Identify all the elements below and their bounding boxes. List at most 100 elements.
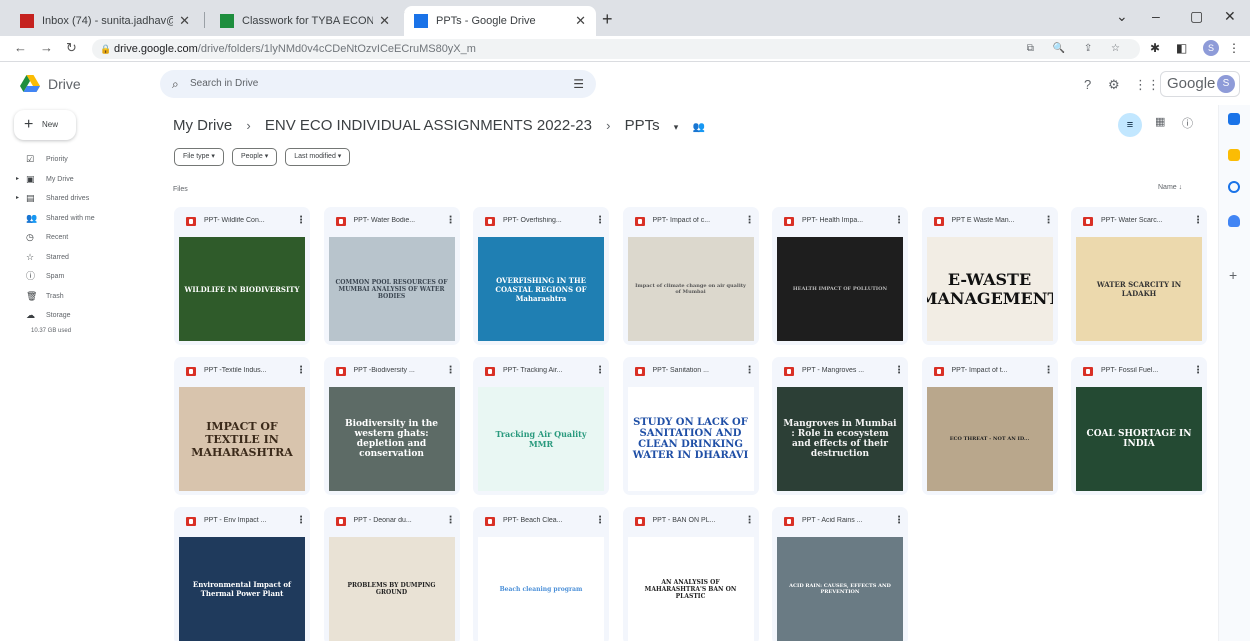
new-button[interactable]: + New [14,110,76,140]
more-actions-icon[interactable]: ⋮ [446,515,456,526]
drive-logo-icon[interactable] [20,75,40,93]
list-view-toggle-icon[interactable]: ≡ [1118,113,1142,137]
browser-profile-avatar[interactable]: S [1203,40,1219,56]
close-tab-icon[interactable]: ✕ [179,13,190,29]
file-thumbnail[interactable]: E-WASTE MANAGEMENT [926,237,1053,341]
file-card[interactable]: PPT- Beach Clea... ⋮ Beach cleaning prog… [473,507,609,641]
grid-view-icon[interactable]: ▦ [1155,115,1165,128]
sidebar-item-trash[interactable]: 🗑 Trash [16,287,146,307]
search-icon[interactable]: ⌕ [172,70,179,98]
filter-file-type[interactable]: File type ▾ [174,148,224,166]
file-thumbnail[interactable]: AN ANALYSIS OF MAHARASHTRA'S BAN ON PLAS… [627,537,754,641]
browser-menu-icon[interactable]: ⋮ [1228,41,1240,55]
more-actions-icon[interactable]: ⋮ [1193,215,1203,226]
back-icon[interactable]: ← [14,40,27,55]
breadcrumb-parent-folder[interactable]: ENV ECO INDIVIDUAL ASSIGNMENTS 2022-23 [265,117,592,134]
file-thumbnail[interactable]: Beach cleaning program [478,537,604,641]
tab-search-icon[interactable]: ⌄ [1116,8,1128,25]
file-card[interactable]: PPT- Health Impa... ⋮ HEALTH IMPACT OF P… [772,207,908,345]
contacts-icon[interactable] [1228,215,1240,227]
file-thumbnail[interactable]: STUDY ON LACK OF SANITATION AND CLEAN DR… [627,387,754,491]
file-thumbnail[interactable]: COAL SHORTAGE IN INDIA [1076,387,1202,491]
more-actions-icon[interactable]: ⋮ [745,215,755,226]
filter-last-modified[interactable]: Last modified ▾ [285,148,351,166]
file-thumbnail[interactable]: Tracking Air Quality MMR [478,387,604,491]
google-account-button[interactable]: Google S [1160,71,1240,97]
browser-tab[interactable]: PPTs - Google Drive ✕ [404,6,596,36]
calendar-icon[interactable] [1228,113,1240,125]
browser-tab[interactable]: Inbox (74) - sunita.jadhav@sopr ✕ [10,6,200,36]
breadcrumb-my-drive[interactable]: My Drive [173,117,232,134]
sidebar-item-storage[interactable]: ☁ Storage [16,306,146,326]
sort-by-name-button[interactable]: Name ↓ [1158,184,1182,191]
expand-arrow-icon[interactable]: ▸ [16,189,19,209]
close-window-icon[interactable]: ✕ [1224,8,1236,25]
omnibox-action-icons[interactable]: ⧉ 🔍 ⇪ ☆ [1027,39,1128,59]
side-panel-icon[interactable]: ◧ [1176,41,1187,55]
more-actions-icon[interactable]: ⋮ [745,365,755,376]
file-thumbnail[interactable]: Biodiversity in the western ghats: deple… [328,387,455,491]
more-actions-icon[interactable]: ⋮ [296,215,306,226]
apps-grid-icon[interactable]: ⋮⋮ [1134,77,1160,93]
file-card[interactable]: PPT- Impact of c... ⋮ Impact of climate … [622,207,759,345]
close-tab-icon[interactable]: ✕ [575,13,586,29]
file-card[interactable]: PPT E Waste Man... ⋮ E-WASTE MANAGEMENT [921,207,1058,345]
file-card[interactable]: PPT -Textile Indus... ⋮ IMPACT OF TEXTIL… [174,357,310,495]
url-field[interactable]: 🔒 drive.google.com/drive/folders/1lyNMd0… [92,39,1140,59]
file-thumbnail[interactable]: ACID RAIN: CAUSES, EFFECTS AND PREVENTIO… [777,537,903,641]
file-thumbnail[interactable]: Environmental Impact of Thermal Power Pl… [179,537,305,641]
folder-dropdown-icon[interactable]: ▾ [674,122,679,132]
drive-app-name[interactable]: Drive [48,76,81,92]
file-card[interactable]: PPT- Water Scarc... ⋮ WATER SCARCITY IN … [1071,207,1207,345]
filter-people[interactable]: People ▾ [231,148,278,166]
minimize-icon[interactable]: – [1152,8,1160,24]
file-card[interactable]: PPT - BAN ON PL... ⋮ AN ANALYSIS OF MAHA… [622,507,759,641]
file-card[interactable]: PPT -Biodiversity ... ⋮ Biodiversity in … [323,357,460,495]
file-card[interactable]: PPT- Fossil Fuel... ⋮ COAL SHORTAGE IN I… [1071,357,1207,495]
file-thumbnail[interactable]: COMMON POOL RESOURCES OF MUMBAI ANALYSIS… [328,237,455,341]
more-actions-icon[interactable]: ⋮ [894,215,904,226]
help-icon[interactable]: ? [1084,77,1091,92]
file-card[interactable]: PPT- Sanitation ... ⋮ STUDY ON LACK OF S… [622,357,759,495]
close-tab-icon[interactable]: ✕ [379,13,390,29]
browser-tab[interactable]: Classwork for TYBA ECONOMICS ✕ [210,6,400,36]
search-input[interactable]: ⌕ Search in Drive ☰ [160,70,596,98]
more-actions-icon[interactable]: ⋮ [296,515,306,526]
sidebar-item-spam[interactable]: ⓘ Spam [16,267,146,287]
file-card[interactable]: PPT- Overfishing... ⋮ OVERFISHING IN THE… [473,207,609,345]
file-thumbnail[interactable]: PROBLEMS BY DUMPING GROUND [328,537,455,641]
file-thumbnail[interactable]: IMPACT OF TEXTILE IN MAHARASHTRA [179,387,305,491]
more-actions-icon[interactable]: ⋮ [446,215,456,226]
new-tab-button[interactable]: + [602,9,613,30]
add-addon-icon[interactable]: + [1229,267,1237,283]
sidebar-item-my-drive[interactable]: ▸ ▣ My Drive [16,170,146,190]
more-actions-icon[interactable]: ⋮ [296,365,306,376]
more-actions-icon[interactable]: ⋮ [595,365,605,376]
file-thumbnail[interactable]: OVERFISHING IN THE COASTAL REGIONS OF Ma… [478,237,604,341]
file-card[interactable]: PPT- Tracking Air... ⋮ Tracking Air Qual… [473,357,609,495]
more-actions-icon[interactable]: ⋮ [1044,215,1054,226]
reload-icon[interactable]: ↻ [66,40,77,56]
file-thumbnail[interactable]: WATER SCARCITY IN LADAKH [1076,237,1202,341]
restore-icon[interactable]: ▢ [1190,8,1203,25]
expand-arrow-icon[interactable]: ▸ [16,170,19,190]
file-thumbnail[interactable]: Mangroves in Mumbai : Role in ecosystem … [777,387,903,491]
keep-icon[interactable] [1228,149,1240,161]
more-actions-icon[interactable]: ⋮ [745,515,755,526]
file-thumbnail[interactable]: HEALTH IMPACT OF POLLUTION [777,237,903,341]
file-card[interactable]: PPT - Mangroves ... ⋮ Mangroves in Mumba… [772,357,908,495]
search-options-icon[interactable]: ☰ [573,70,584,98]
more-actions-icon[interactable]: ⋮ [446,365,456,376]
sidebar-item-shared-drives[interactable]: ▸ ▤ Shared drives [16,189,146,209]
details-info-icon[interactable]: ⓘ [1182,115,1193,131]
file-card[interactable]: PPT - Env Impact ... ⋮ Environmental Imp… [174,507,310,641]
file-thumbnail[interactable]: Impact of climate change on air quality … [627,237,754,341]
file-card[interactable]: PPT- Water Bodie... ⋮ COMMON POOL RESOUR… [323,207,460,345]
file-thumbnail[interactable]: WILDLIFE IN BIODIVERSITY [179,237,305,341]
breadcrumb-current-folder[interactable]: PPTs [625,117,660,134]
extensions-icon[interactable]: ✱ [1150,41,1160,55]
more-actions-icon[interactable]: ⋮ [1193,365,1203,376]
more-actions-icon[interactable]: ⋮ [894,515,904,526]
more-actions-icon[interactable]: ⋮ [894,365,904,376]
file-card[interactable]: PPT- Wildlife Con... ⋮ WILDLIFE IN BIODI… [174,207,310,345]
